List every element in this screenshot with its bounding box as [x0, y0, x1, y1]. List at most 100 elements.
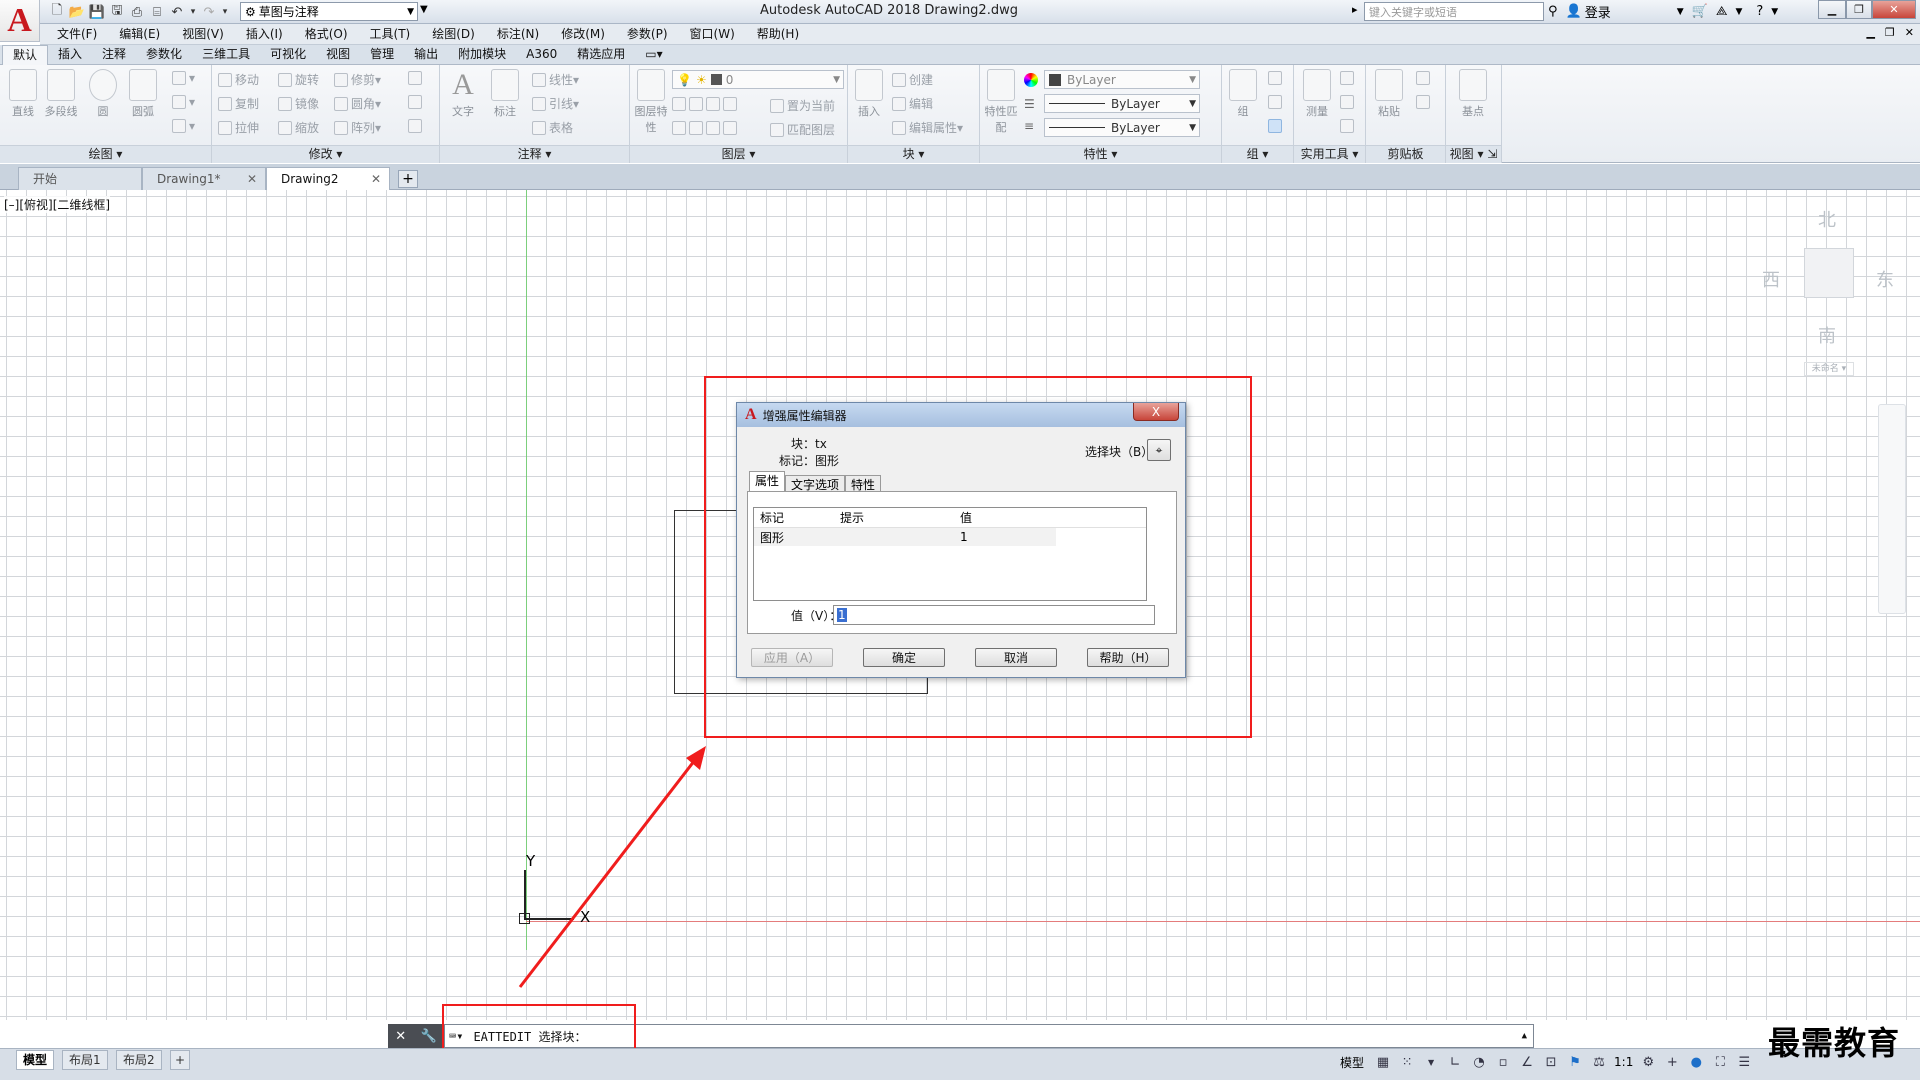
redo-dropdown-icon[interactable]: ▾ [220, 2, 230, 22]
layout-tab-layout1[interactable]: 布局1 [62, 1050, 108, 1070]
save-icon[interactable]: 💾 [88, 2, 106, 22]
annotation-scale-icon[interactable]: ⚖ [1590, 1053, 1608, 1071]
print-preview-icon[interactable]: ⌸ [148, 2, 166, 22]
annotation-scale-label[interactable]: 1:1 [1614, 1055, 1633, 1069]
ucs-dropdown[interactable]: 未命名 ▾ [1804, 362, 1854, 376]
tab-a360[interactable]: A360 [516, 45, 567, 64]
ok-button[interactable]: 确定 [863, 648, 945, 667]
minimize-button[interactable]: ▁ [1818, 0, 1846, 19]
tab-view[interactable]: 视图 [316, 45, 360, 64]
undo-icon[interactable]: ↶ [168, 2, 186, 22]
menu-dimension[interactable]: 标注(N) [486, 24, 550, 45]
linetype-dropdown[interactable]: ByLayer ▼ [1044, 94, 1200, 113]
ribbon-options-icon[interactable]: ▭▾ [635, 45, 672, 64]
customize-icon[interactable]: 🔧 [421, 1029, 437, 1044]
menu-parametric[interactable]: 参数(P) [616, 24, 679, 45]
panel-block-title[interactable]: 块 ▾ [848, 145, 979, 163]
doc-restore-icon[interactable]: ❐ [1885, 26, 1895, 39]
menu-format[interactable]: 格式(O) [294, 24, 359, 45]
attribute-grid[interactable]: 标记 提示 值 图形 1 [753, 507, 1147, 601]
match-properties-button[interactable]: 特性匹配 [984, 69, 1018, 135]
viewcube-south[interactable]: 南 [1818, 322, 1836, 348]
column-value[interactable]: 值 [954, 509, 1054, 526]
viewport-controls-label[interactable]: [–][俯视][二维线框] [4, 196, 111, 213]
scale-button[interactable]: 缩放 [278, 119, 319, 136]
help-button[interactable]: 帮助（H） [1087, 648, 1169, 667]
panel-utilities-title[interactable]: 实用工具 ▾ [1294, 145, 1365, 163]
ungroup-icon[interactable] [1268, 71, 1285, 85]
doc-close-icon[interactable]: ✕ [1905, 26, 1914, 39]
panel-annotation-title[interactable]: 注释 ▾ [440, 145, 629, 163]
viewcube-west[interactable]: 西 [1762, 266, 1780, 292]
base-view-button[interactable]: 基点 [1456, 69, 1490, 119]
close-tab-icon[interactable]: ✕ [247, 168, 257, 190]
search-input[interactable]: 键入关键字或短语 [1364, 2, 1544, 21]
doc-minimize-icon[interactable]: ▁ [1866, 26, 1874, 39]
command-history-icon[interactable]: ▲ [1522, 1031, 1533, 1041]
polyline-button[interactable]: 多段线 [44, 69, 78, 119]
panel-draw-title[interactable]: 绘图 ▾ [0, 145, 211, 163]
grid-icon[interactable]: ▦ [1374, 1053, 1392, 1071]
login-button[interactable]: 👤 登录 ▼ [1566, 2, 1684, 21]
edit-attribute-button[interactable]: 编辑属性 ▾ [892, 119, 963, 136]
line-button[interactable]: 直线 [6, 69, 40, 119]
help-icon[interactable]: ? [1756, 4, 1763, 19]
new-tab-button[interactable]: + [398, 170, 418, 188]
erase-icon[interactable] [408, 71, 425, 85]
tab-visualize[interactable]: 可视化 [260, 45, 316, 64]
tab-attribute[interactable]: 属性 [749, 471, 786, 492]
tab-featured-apps[interactable]: 精选应用 [567, 45, 635, 64]
color-dropdown[interactable]: ByLayer ▼ [1044, 70, 1200, 89]
group-button[interactable]: 组 [1226, 69, 1260, 119]
viewcube-face[interactable] [1804, 248, 1854, 298]
snap-icon[interactable]: ⁙ [1398, 1053, 1416, 1071]
panel-modify-title[interactable]: 修改 ▾ [212, 145, 439, 163]
set-current-button[interactable]: 置为当前 [770, 97, 835, 114]
restore-button[interactable]: ❐ [1846, 0, 1872, 19]
explode-icon[interactable] [408, 95, 425, 109]
copy-button[interactable]: 复制 [218, 95, 259, 112]
edit-block-button[interactable]: 编辑 [892, 95, 933, 112]
apply-button[interactable]: 应用（A） [751, 648, 833, 667]
hatch-icon[interactable]: ▾ [172, 95, 195, 109]
panel-properties-title[interactable]: 特性 ▾ [980, 145, 1221, 163]
viewcube-east[interactable]: 东 [1876, 266, 1894, 292]
dialog-close-button[interactable]: X [1133, 403, 1179, 421]
tab-manage[interactable]: 管理 [360, 45, 404, 64]
cut-icon[interactable] [1416, 71, 1433, 85]
arc-button[interactable]: 圆弧 [126, 69, 160, 119]
rectangle-icon[interactable]: ▾ [172, 71, 195, 85]
menu-draw[interactable]: 绘图(D) [421, 24, 486, 45]
close-command-line-icon[interactable]: ✕ [395, 1029, 406, 1044]
table-button[interactable]: 表格 [532, 119, 573, 136]
doc-tab-start[interactable]: 开始 [18, 167, 142, 190]
mirror-button[interactable]: 镜像 [278, 95, 319, 112]
cancel-button[interactable]: 取消 [975, 648, 1057, 667]
redo-icon[interactable]: ↷ [200, 2, 218, 22]
menu-edit[interactable]: 编辑(E) [108, 24, 171, 45]
boundary-icon[interactable]: ▾ [172, 119, 195, 133]
match-layer-button[interactable]: 匹配图层 [770, 121, 835, 138]
layer-dropdown[interactable]: 💡 ☀ 0 ▼ [672, 70, 844, 89]
text-button[interactable]: A 文字 [446, 69, 480, 119]
a360-icon[interactable]: ⟁ [1716, 4, 1728, 19]
tab-3d-tools[interactable]: 三维工具 [192, 45, 260, 64]
new-file-icon[interactable]: 🗋 [48, 2, 66, 22]
cart-icon[interactable]: 🛒 [1692, 4, 1708, 19]
quick-calc-icon[interactable] [1340, 95, 1357, 109]
panel-layers-title[interactable]: 图层 ▾ [630, 145, 847, 163]
column-prompt[interactable]: 提示 [834, 509, 954, 526]
model-space-label[interactable]: 模型 [1340, 1054, 1364, 1071]
save-as-icon[interactable]: 🖫 [108, 2, 126, 22]
customize-status-icon[interactable]: ☰ [1735, 1053, 1753, 1071]
panel-groups-title[interactable]: 组 ▾ [1222, 145, 1293, 163]
layer-properties-button[interactable]: 图层特性 [634, 69, 668, 135]
layer-tool-icons-row1[interactable] [672, 97, 740, 111]
leader-button[interactable]: 引线 ▾ [532, 95, 579, 112]
tab-annotate[interactable]: 注释 [92, 45, 136, 64]
create-block-button[interactable]: 创建 [892, 71, 933, 88]
table-row[interactable]: 图形 1 [754, 528, 1056, 546]
move-button[interactable]: 移动 [218, 71, 259, 88]
add-layout-button[interactable]: + [170, 1050, 190, 1070]
open-file-icon[interactable]: 📂 [68, 2, 86, 22]
